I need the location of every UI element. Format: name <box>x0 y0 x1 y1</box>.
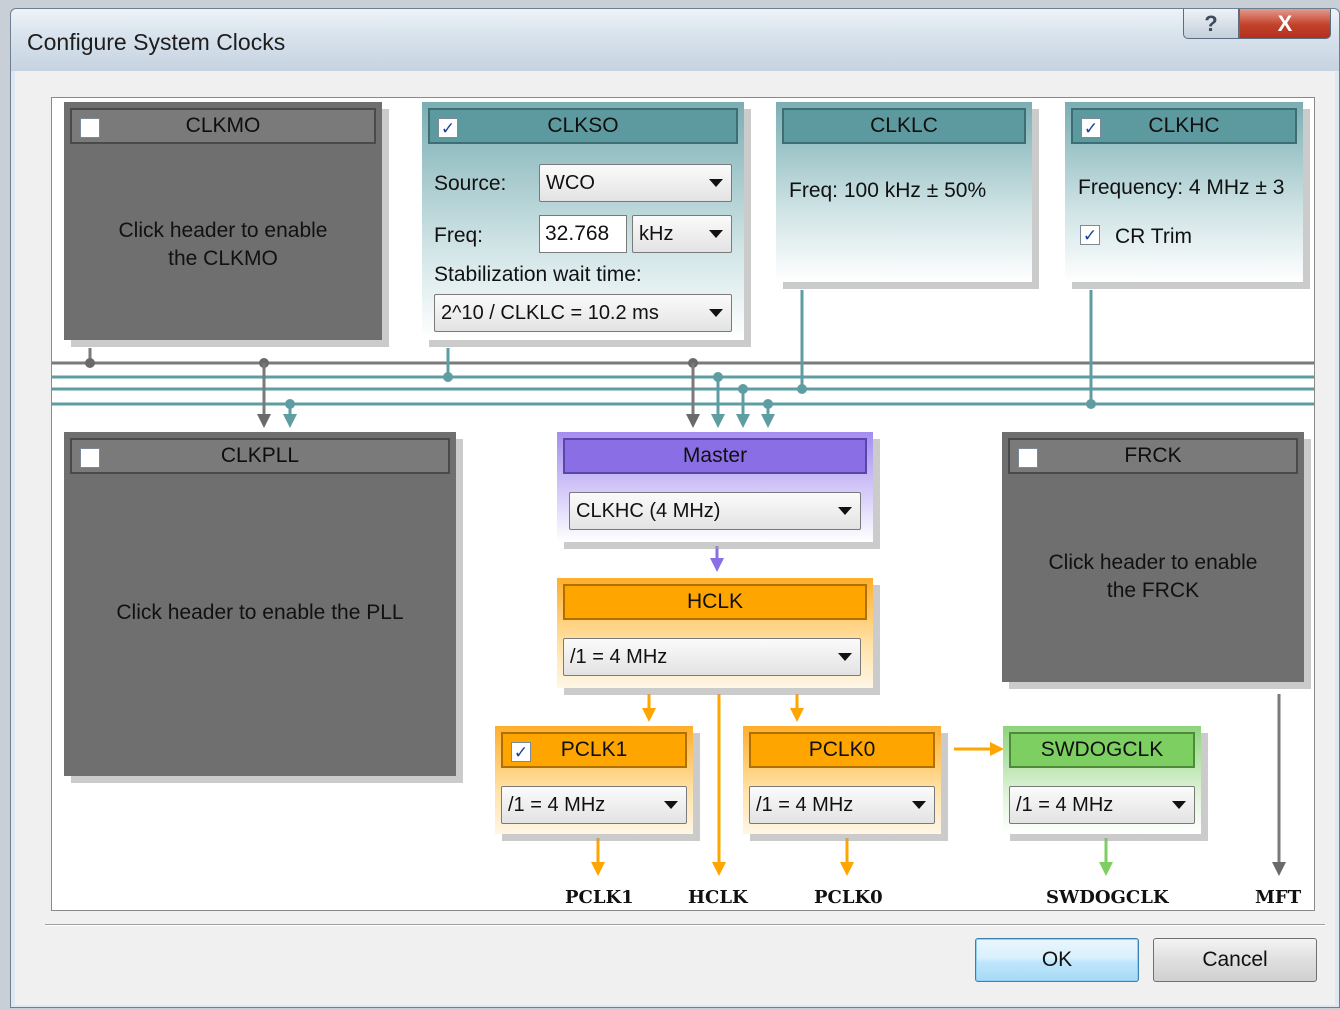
dialog-title: Configure System Clocks <box>27 29 286 55</box>
clkmo-message: Click header to enable the CLKMO <box>118 219 328 270</box>
chevron-down-icon <box>709 309 723 317</box>
master-select[interactable]: CLKHC (4 MHz) <box>569 492 861 530</box>
frck-panel: FRCK Click header to enable the FRCK <box>1002 432 1304 682</box>
cr-trim-checkbox[interactable]: ✓ <box>1080 225 1100 245</box>
clklc-header: CLKLC <box>782 108 1026 144</box>
clkso-title: CLKSO <box>547 114 619 137</box>
pclk1-header[interactable]: ✓ PCLK1 <box>501 732 687 768</box>
chevron-down-icon <box>709 230 723 238</box>
master-value: CLKHC (4 MHz) <box>576 499 721 522</box>
hclk-value: /1 = 4 MHz <box>570 645 668 668</box>
clkpll-message: Click header to enable the PLL <box>116 601 404 624</box>
master-panel: Master CLKHC (4 MHz) <box>557 432 873 542</box>
chevron-down-icon <box>838 507 852 515</box>
clkpll-header[interactable]: CLKPLL <box>70 438 450 474</box>
clock-diagram-canvas: CLKMO Click header to enable the CLKMO ✓… <box>51 97 1315 911</box>
pclk0-select[interactable]: /1 = 4 MHz <box>749 786 935 824</box>
chevron-down-icon <box>664 801 678 809</box>
clkpll-panel: CLKPLL Click header to enable the PLL <box>64 432 456 776</box>
clklc-panel: CLKLC Freq: 100 kHz ± 50% <box>776 102 1032 282</box>
swdogclk-select[interactable]: /1 = 4 MHz <box>1009 786 1195 824</box>
clkhc-checkbox[interactable]: ✓ <box>1081 118 1101 138</box>
output-label-swdogclk: SWDOGCLK <box>1046 887 1169 908</box>
pclk0-value: /1 = 4 MHz <box>756 793 854 816</box>
pclk1-checkbox[interactable]: ✓ <box>511 742 531 762</box>
clkhc-header[interactable]: ✓ CLKHC <box>1071 108 1297 144</box>
freq-unit-value: kHz <box>639 222 674 245</box>
swdogclk-header: SWDOGCLK <box>1009 732 1195 768</box>
chevron-down-icon <box>912 801 926 809</box>
close-icon: X <box>1277 10 1293 36</box>
clkhc-panel: ✓ CLKHC Frequency: 4 MHz ± 3 ✓ CR Trim <box>1065 102 1303 282</box>
dialog-client-area: CLKMO Click header to enable the CLKMO ✓… <box>15 71 1335 1005</box>
clkmo-panel: CLKMO Click header to enable the CLKMO <box>64 102 382 340</box>
frck-checkbox[interactable] <box>1018 448 1038 468</box>
hclk-title: HCLK <box>686 590 744 613</box>
source-select[interactable]: WCO <box>539 164 732 202</box>
clkso-header[interactable]: ✓ CLKSO <box>428 108 738 144</box>
hclk-panel: HCLK /1 = 4 MHz <box>557 578 873 688</box>
hclk-select[interactable]: /1 = 4 MHz <box>563 638 861 676</box>
cancel-button[interactable]: Cancel <box>1153 938 1317 982</box>
stabilization-value: 2^10 / CLKLC = 10.2 ms <box>441 301 659 324</box>
pclk0-panel: PCLK0 /1 = 4 MHz <box>743 726 941 834</box>
question-icon: ? <box>1204 10 1218 36</box>
output-label-pclk1: PCLK1 <box>565 887 634 908</box>
clkmo-checkbox[interactable] <box>80 118 100 138</box>
configure-system-clocks-dialog: Configure System Clocks ? X CLKMO Click … <box>10 8 1340 1008</box>
clkpll-checkbox[interactable] <box>80 448 100 468</box>
master-header: Master <box>563 438 867 474</box>
stabilization-label: Stabilization wait time: <box>434 263 642 286</box>
clkmo-header[interactable]: CLKMO <box>70 108 376 144</box>
clkso-checkbox[interactable]: ✓ <box>438 118 458 138</box>
clklc-title: CLKLC <box>870 114 938 137</box>
freq-label: Freq: <box>434 224 484 247</box>
clkso-panel: ✓ CLKSO Source: WCO Freq: 32.768 kHz Sta… <box>422 102 744 340</box>
swdogclk-value: /1 = 4 MHz <box>1016 793 1114 816</box>
frck-message: Click header to enable the FRCK <box>1048 551 1258 602</box>
frck-header[interactable]: FRCK <box>1008 438 1298 474</box>
output-label-mft: MFT <box>1255 887 1302 908</box>
source-label: Source: <box>434 172 507 195</box>
chevron-down-icon <box>838 653 852 661</box>
title-bar[interactable]: Configure System Clocks ? X <box>11 9 1339 71</box>
chevron-down-icon <box>709 179 723 187</box>
pclk0-header: PCLK0 <box>749 732 935 768</box>
cr-trim-label[interactable]: CR Trim <box>1115 225 1192 249</box>
clkpll-title: CLKPLL <box>220 444 300 467</box>
stabilization-select[interactable]: 2^10 / CLKLC = 10.2 ms <box>434 294 732 332</box>
frck-title: FRCK <box>1124 444 1182 467</box>
pclk0-title: PCLK0 <box>808 738 876 761</box>
chevron-down-icon <box>1172 801 1186 809</box>
close-button[interactable]: X <box>1239 9 1331 39</box>
source-value: WCO <box>546 171 595 194</box>
ok-button[interactable]: OK <box>975 938 1139 982</box>
clkhc-title: CLKHC <box>1148 114 1220 137</box>
help-button[interactable]: ? <box>1183 9 1239 39</box>
pclk1-select[interactable]: /1 = 4 MHz <box>501 786 687 824</box>
clkmo-title: CLKMO <box>185 114 261 137</box>
hclk-header: HCLK <box>563 584 867 620</box>
pclk1-value: /1 = 4 MHz <box>508 793 606 816</box>
footer-separator <box>45 924 1325 926</box>
master-title: Master <box>682 444 748 467</box>
freq-input[interactable]: 32.768 <box>539 215 627 253</box>
clklc-freq-text: Freq: 100 kHz ± 50% <box>789 179 987 202</box>
swdogclk-title: SWDOGCLK <box>1040 738 1164 761</box>
output-label-hclk: HCLK <box>688 887 748 908</box>
freq-unit-select[interactable]: kHz <box>632 215 732 253</box>
pclk1-panel: ✓ PCLK1 /1 = 4 MHz <box>495 726 693 834</box>
swdogclk-panel: SWDOGCLK /1 = 4 MHz <box>1003 726 1201 834</box>
clkhc-freq-text: Frequency: 4 MHz ± 3 <box>1078 176 1285 199</box>
output-label-pclk0: PCLK0 <box>814 887 883 908</box>
pclk1-title: PCLK1 <box>560 738 628 761</box>
